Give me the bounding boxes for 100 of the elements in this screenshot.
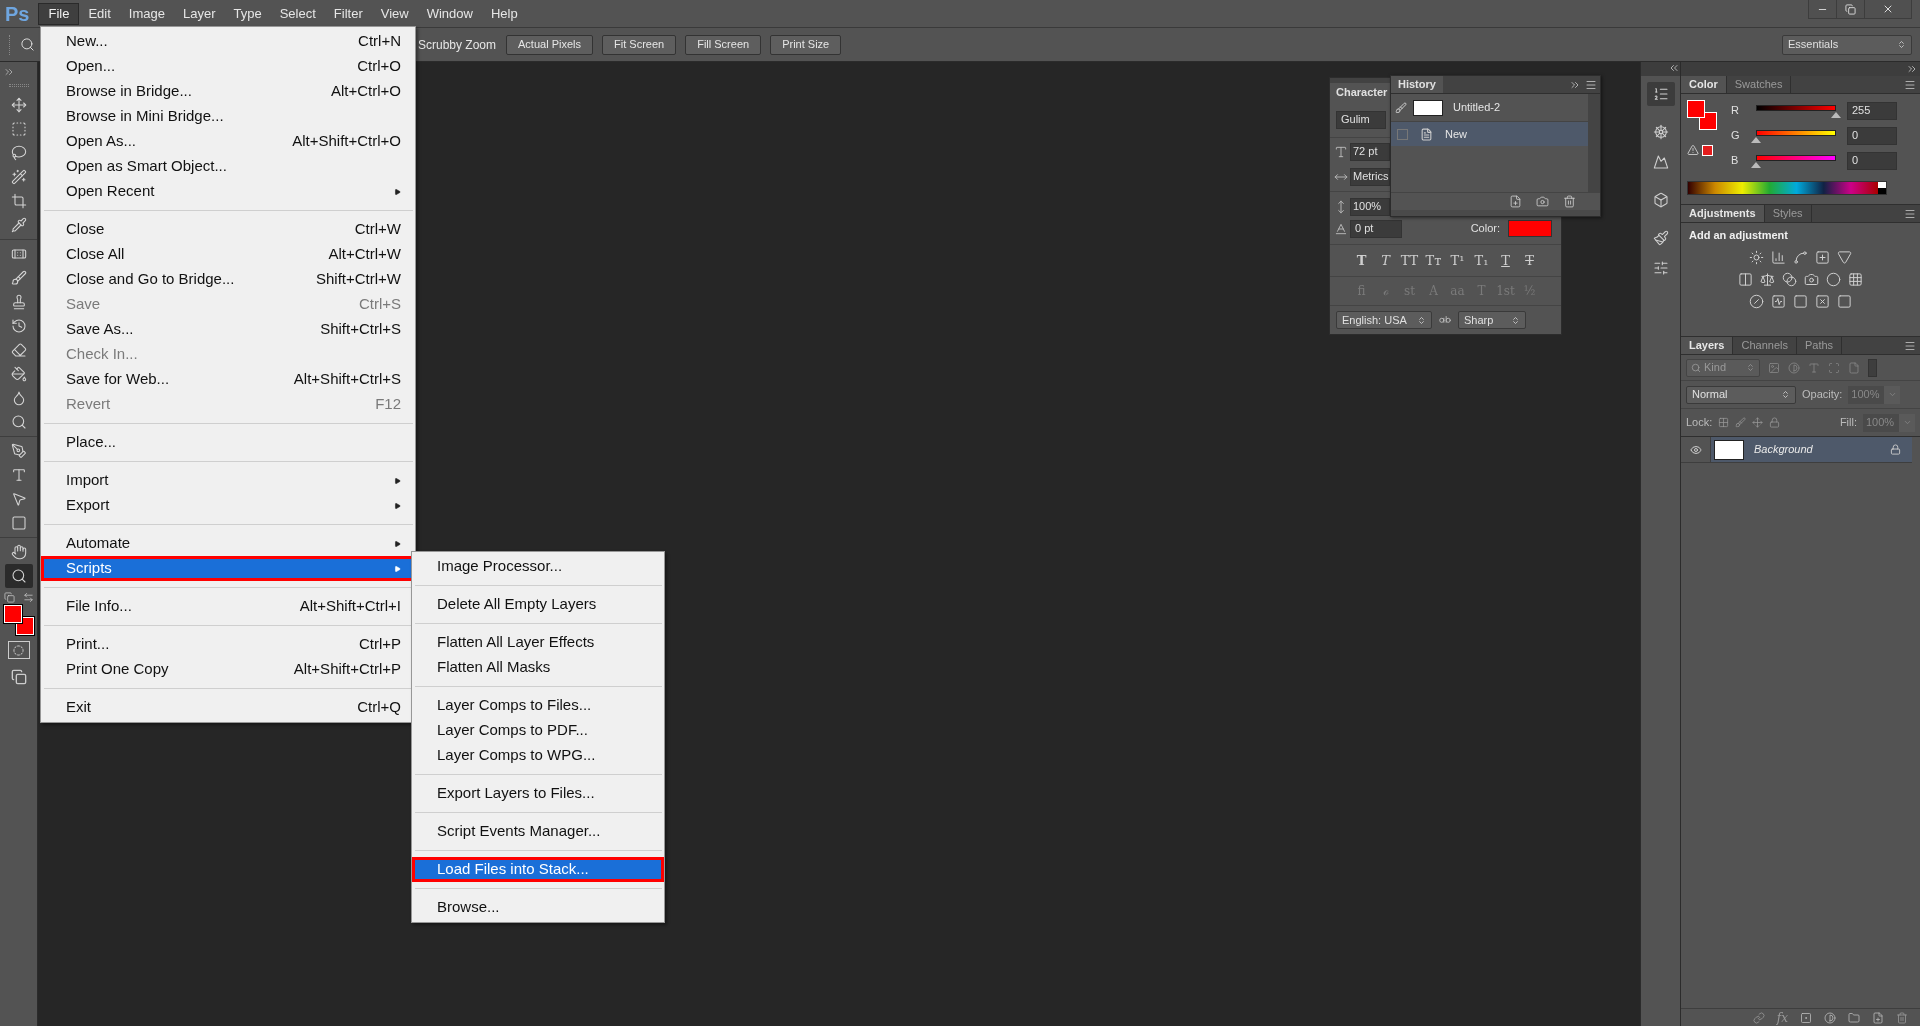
menu-item[interactable]: File Info... Alt+Shift+Ctrl+I: [41, 594, 415, 619]
slider-thumb[interactable]: [1751, 136, 1761, 143]
checkbox[interactable]: [1397, 128, 1408, 140]
split-square-adjustment-button[interactable]: [1737, 271, 1754, 288]
camera-adjustment-button[interactable]: [1803, 271, 1820, 288]
menu-item[interactable]: Layer Comps to WPG...: [412, 743, 664, 768]
grid-adjustment-button[interactable]: [1847, 271, 1864, 288]
menu-item[interactable]: Open... Ctrl+O: [41, 54, 415, 79]
blend-adjustment-button[interactable]: [1781, 271, 1798, 288]
text-style-button[interactable]: T¹: [1447, 250, 1468, 270]
menu-item[interactable]: Delete All Empty Layers: [412, 592, 664, 617]
text-style-button[interactable]: TT: [1399, 250, 1420, 270]
channel-value-field[interactable]: 0: [1847, 126, 1897, 145]
color-swatches[interactable]: [3, 605, 34, 635]
menu-item[interactable]: Close All Alt+Ctrl+W: [41, 242, 415, 267]
antialias-select[interactable]: Sharp: [1458, 311, 1526, 329]
blend-mode-select[interactable]: Normal: [1686, 385, 1796, 404]
workspace-select[interactable]: Essentials: [1782, 34, 1912, 55]
menu-item[interactable]: Flatten All Layer Effects: [412, 630, 664, 655]
menu-item[interactable]: Export Layers to Files...: [412, 781, 664, 806]
filter-toggle[interactable]: [1868, 358, 1877, 377]
menu-item[interactable]: Save for Web... Alt+Shift+Ctrl+S: [41, 367, 415, 392]
square-adjustment-button[interactable]: [1836, 293, 1853, 310]
menu-bar-item[interactable]: Type: [224, 2, 271, 25]
curve-adjustment-button[interactable]: [1792, 249, 1809, 266]
plus-square-adjustment-button[interactable]: [1814, 249, 1831, 266]
menu-item[interactable]: Place...: [41, 430, 415, 455]
text-style-button[interactable]: T: [1519, 250, 1540, 270]
zoom-option-button[interactable]: Actual Pixels: [506, 34, 593, 55]
menu-item[interactable]: Open as Smart Object...: [41, 154, 415, 179]
history-panel-button[interactable]: [1646, 82, 1675, 106]
menu-item[interactable]: New... Ctrl+N: [41, 29, 415, 54]
text-style-button[interactable]: T: [1351, 250, 1372, 270]
menu-item[interactable]: Print... Ctrl+P: [41, 632, 415, 657]
slider-thumb[interactable]: [1751, 161, 1761, 168]
circle-adjustment-button[interactable]: [1825, 271, 1842, 288]
menu-bar-item[interactable]: Window: [417, 2, 482, 25]
bar-chart-adjustment-button[interactable]: [1770, 249, 1787, 266]
x-square-adjustment-button[interactable]: [1814, 293, 1831, 310]
zoom-option-button[interactable]: Print Size: [770, 34, 842, 55]
channel-value-field[interactable]: 0: [1847, 151, 1897, 170]
history-state[interactable]: New: [1391, 122, 1588, 146]
menu-item[interactable]: Export: [41, 493, 415, 518]
menu-item[interactable]: Import: [41, 468, 415, 493]
zoom-option-button[interactable]: Fill Screen: [685, 34, 762, 55]
menu-item[interactable]: Exit Ctrl+Q: [41, 695, 415, 720]
sun-adjustment-button[interactable]: [1748, 249, 1765, 266]
slider-thumb[interactable]: [1831, 111, 1841, 118]
font-family-field[interactable]: Gulim: [1336, 110, 1386, 129]
menu-bar-item[interactable]: Layer: [173, 2, 225, 25]
slashed-circle-adjustment-button[interactable]: [1748, 293, 1765, 310]
menu-item[interactable]: Close and Go to Bridge... Shift+Ctrl+W: [41, 267, 415, 292]
font-size-field[interactable]: 72 pt: [1350, 142, 1390, 161]
layer-row[interactable]: Background: [1711, 437, 1912, 462]
pulse-square-adjustment-button[interactable]: [1770, 293, 1787, 310]
square-adjustment-button[interactable]: [1792, 293, 1809, 310]
menu-bar-item[interactable]: Select: [270, 2, 325, 25]
menu-bar-item[interactable]: Help: [481, 2, 527, 25]
channel-value-field[interactable]: 255: [1847, 101, 1897, 120]
menu-item[interactable]: Print One Copy Alt+Shift+Ctrl+P: [41, 657, 415, 682]
menu-item[interactable]: Browse...: [412, 895, 664, 920]
scale-adjustment-button[interactable]: [1759, 271, 1776, 288]
panel-tab[interactable]: Color: [1681, 76, 1727, 93]
text-style-button[interactable]: Tᴛ: [1423, 250, 1444, 270]
quick-mask-button[interactable]: [7, 641, 30, 659]
text-style-button[interactable]: T₁: [1471, 250, 1492, 270]
menu-item[interactable]: Browse in Bridge... Alt+Ctrl+O: [41, 79, 415, 104]
menu-bar-item[interactable]: Filter: [324, 2, 372, 25]
language-select[interactable]: English: USA: [1336, 311, 1432, 329]
menu-item[interactable]: Save As... Shift+Ctrl+S: [41, 317, 415, 342]
gamut-color-swatch[interactable]: [1702, 144, 1713, 156]
panel-tab[interactable]: Adjustments: [1681, 205, 1765, 222]
text-style-button[interactable]: T: [1495, 250, 1516, 270]
triangle-adjustment-button[interactable]: [1836, 249, 1853, 266]
menu-bar-item[interactable]: View: [371, 2, 418, 25]
menu-item[interactable]: Layer Comps to PDF...: [412, 718, 664, 743]
menu-item[interactable]: Browse in Mini Bridge...: [41, 104, 415, 129]
menu-item[interactable]: Flatten All Masks: [412, 655, 664, 680]
panel-tab[interactable]: Layers: [1681, 337, 1734, 354]
zoom-option-button[interactable]: Fit Screen: [602, 34, 677, 55]
vertical-scale-field[interactable]: 100%: [1350, 197, 1390, 216]
panel-tab[interactable]: History: [1391, 76, 1443, 93]
menu-item[interactable]: Automate: [41, 531, 415, 556]
menu-bar-item[interactable]: File: [38, 2, 80, 25]
text-style-button[interactable]: T: [1375, 250, 1396, 270]
menu-item[interactable]: Layer Comps to Files...: [412, 693, 664, 718]
menu-item[interactable]: Open As... Alt+Shift+Ctrl+O: [41, 129, 415, 154]
scrollbar-track[interactable]: [1588, 94, 1600, 192]
text-color-swatch[interactable]: [1508, 220, 1552, 237]
menu-item[interactable]: Image Processor...: [412, 554, 664, 579]
baseline-shift-field[interactable]: 0 pt: [1350, 219, 1402, 238]
menu-bar-item[interactable]: Image: [119, 2, 174, 25]
menu-item[interactable]: Close Ctrl+W: [41, 217, 415, 242]
zoom-tool[interactable]: [4, 564, 33, 588]
kerning-field[interactable]: Metrics: [1350, 167, 1390, 186]
color-spectrum[interactable]: [1687, 181, 1887, 195]
menu-item[interactable]: Load Files into Stack...: [412, 857, 664, 882]
color-swatches[interactable]: [1687, 100, 1717, 130]
menu-item[interactable]: Open Recent: [41, 179, 415, 204]
menu-item[interactable]: Script Events Manager...: [412, 819, 664, 844]
